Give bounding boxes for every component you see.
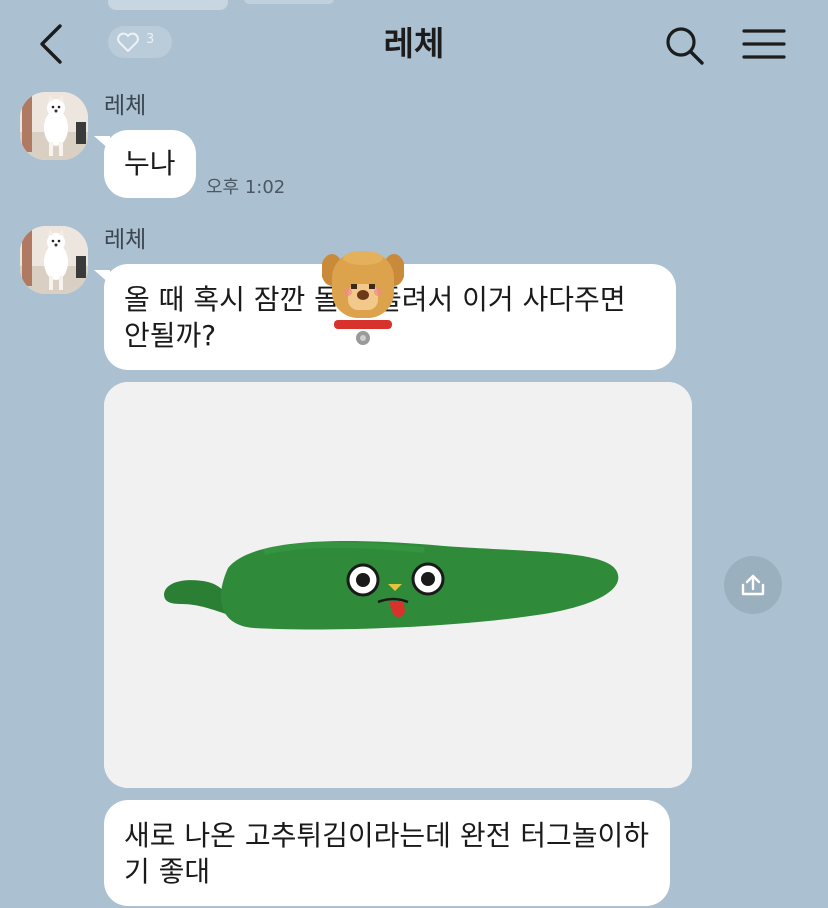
- avatar[interactable]: [20, 226, 88, 294]
- hamburger-menu-icon: [742, 29, 786, 59]
- message-time: 오후 1:02: [206, 177, 286, 198]
- avatar[interactable]: [20, 92, 88, 160]
- share-icon: [741, 574, 765, 596]
- message-text: 누나: [124, 147, 176, 180]
- chili-plush-image: [104, 382, 692, 788]
- search-button[interactable]: [662, 24, 706, 68]
- message-text: 올 때 혹시 잠깐 몰: [124, 283, 340, 316]
- share-button[interactable]: [724, 556, 782, 614]
- dog-sticker[interactable]: [321, 246, 405, 346]
- scrolled-bubble-fragment: [108, 0, 228, 10]
- photo-message[interactable]: [104, 382, 692, 788]
- dog-character-icon: [321, 251, 405, 345]
- message-bubble[interactable]: 새로 나온 고추튀김이라는데 완전 터그놀이하 기 좋대: [104, 800, 670, 906]
- message-bubble[interactable]: 누나: [104, 130, 196, 198]
- search-icon: [666, 27, 704, 65]
- chat-header: 3 레체: [0, 0, 828, 88]
- message-text: 들려서 이거 사다주면: [375, 283, 626, 316]
- sender-name: 레체: [104, 93, 147, 119]
- sender-name: 레체: [104, 227, 147, 253]
- menu-button[interactable]: [740, 24, 788, 68]
- message-text: 기 좋대: [124, 855, 211, 888]
- message-text: 새로 나온 고추튀김이라는데 완전 터그놀이하: [124, 819, 650, 852]
- dog-photo-avatar: [20, 92, 88, 160]
- scrolled-text-fragment: [244, 0, 334, 4]
- dog-photo-avatar: [20, 226, 88, 294]
